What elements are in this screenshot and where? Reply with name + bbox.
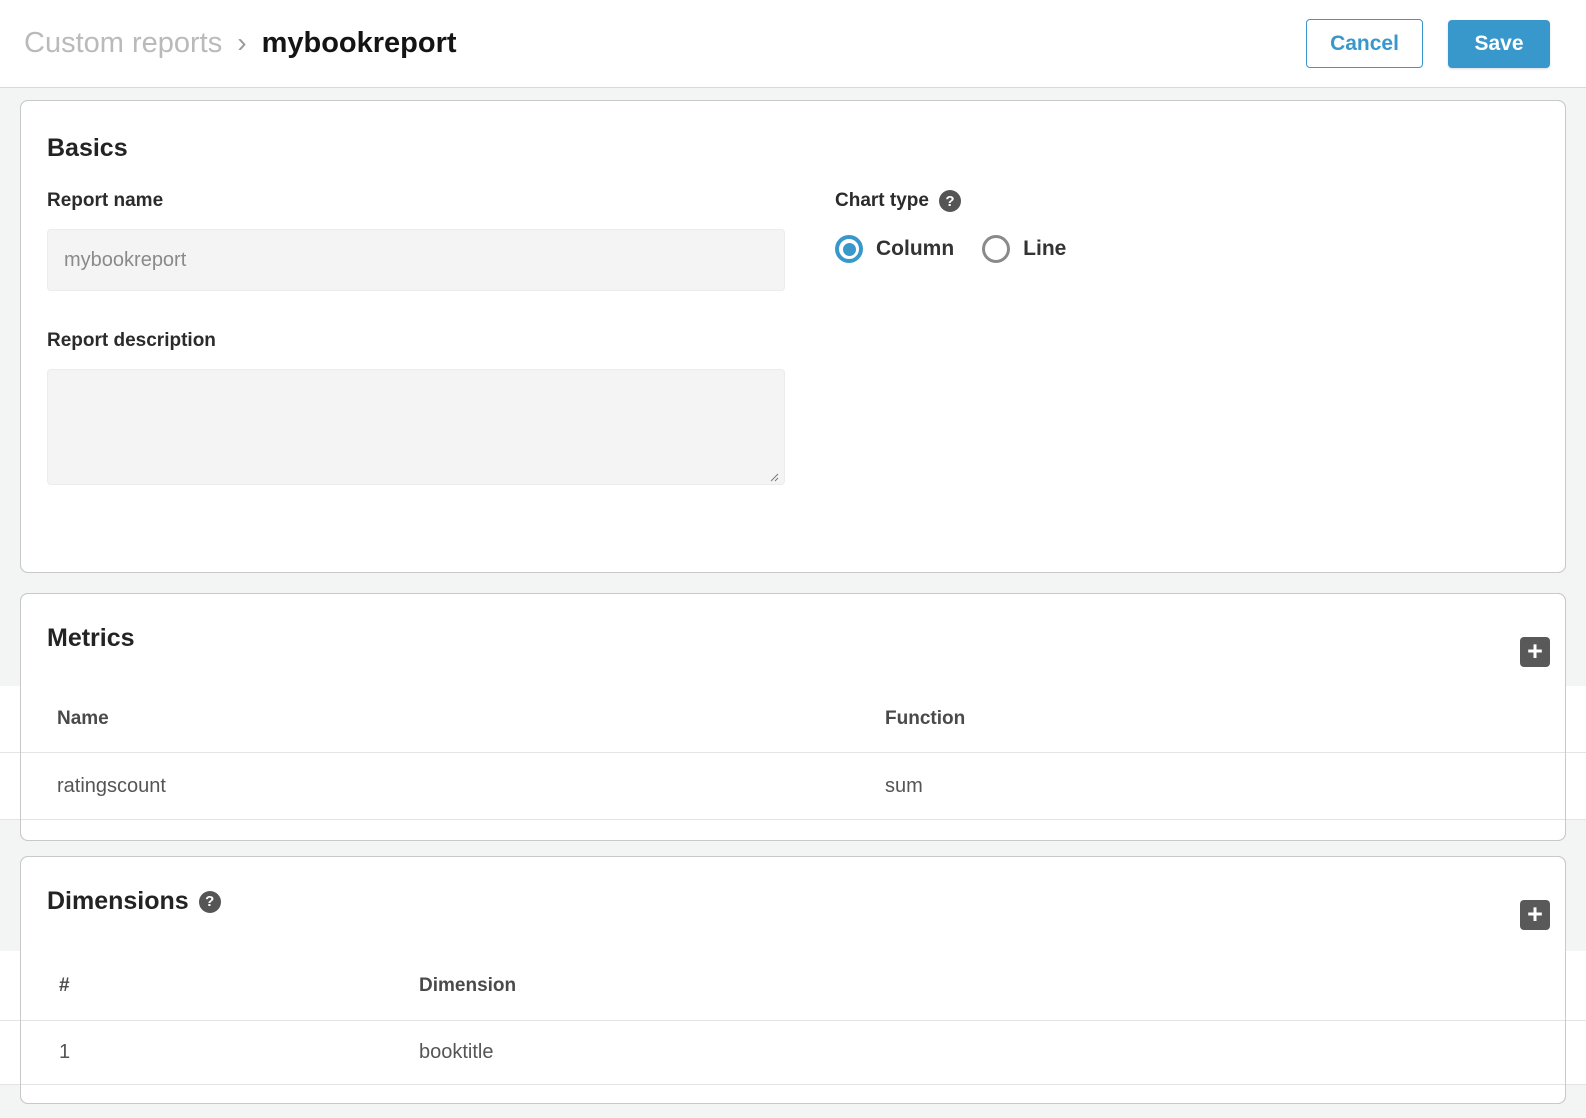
dimensions-title-row: Dimensions ? <box>47 887 1539 916</box>
metrics-column-function: Function <box>885 708 1586 730</box>
cancel-button[interactable]: Cancel <box>1306 19 1423 68</box>
basics-title: Basics <box>47 134 1539 163</box>
radio-selected-icon[interactable] <box>835 235 863 263</box>
dimensions-table-header: # Dimension <box>0 951 1586 1021</box>
table-row[interactable]: ratingscount sum <box>0 753 1586 820</box>
metrics-card: Metrics + Name Function ratingscount sum <box>20 593 1566 841</box>
chart-type-option-line[interactable]: Line <box>982 235 1066 263</box>
chart-type-label-row: Chart type ? <box>835 190 1539 212</box>
basics-right-column: Chart type ? Column Line <box>835 190 1539 490</box>
report-name-label: Report name <box>47 190 785 212</box>
chart-type-label: Chart type <box>835 190 929 212</box>
dimensions-card-footer <box>47 1085 1539 1103</box>
radio-line-label: Line <box>1023 237 1066 261</box>
metrics-table-header: Name Function <box>0 686 1586 753</box>
chart-type-options: Column Line <box>835 235 1539 263</box>
dimensions-card-header: Dimensions ? + <box>47 857 1539 951</box>
dimensions-card: Dimensions ? + # Dimension 1 booktitle <box>20 856 1566 1104</box>
metric-function-cell[interactable]: sum <box>885 775 1586 798</box>
resize-handle-icon[interactable] <box>766 469 779 482</box>
dimension-name-cell[interactable]: booktitle <box>419 1041 1586 1064</box>
basics-form: Report name Report description Chart typ… <box>47 190 1539 490</box>
chart-type-option-column[interactable]: Column <box>835 235 954 263</box>
breadcrumb: Custom reports › mybookreport <box>24 27 457 60</box>
chart-type-help-icon[interactable]: ? <box>939 190 961 212</box>
dimensions-title: Dimensions <box>47 887 189 916</box>
dimension-index-cell[interactable]: 1 <box>0 1041 419 1064</box>
topbar: Custom reports › mybookreport Cancel Sav… <box>0 0 1586 88</box>
basics-left-column: Report name Report description <box>47 190 785 490</box>
report-description-label: Report description <box>47 330 785 352</box>
radio-column-label: Column <box>876 237 954 261</box>
metrics-card-header: Metrics + <box>47 594 1539 686</box>
radio-unselected-icon[interactable] <box>982 235 1010 263</box>
dimensions-table: # Dimension 1 booktitle <box>0 951 1586 1085</box>
dimensions-help-icon[interactable]: ? <box>199 891 221 913</box>
metrics-column-name: Name <box>0 708 885 730</box>
save-button[interactable]: Save <box>1448 20 1550 68</box>
add-dimension-button[interactable]: + <box>1520 900 1550 930</box>
page-content: Basics Report name Report description <box>0 88 1586 1104</box>
metrics-title: Metrics <box>47 624 1539 653</box>
dimensions-column-index: # <box>0 975 419 997</box>
dimensions-column-dimension: Dimension <box>419 975 1586 997</box>
metrics-card-footer <box>47 820 1539 840</box>
basics-card: Basics Report name Report description <box>20 100 1566 573</box>
report-description-textarea[interactable] <box>47 369 785 485</box>
table-row[interactable]: 1 booktitle <box>0 1021 1586 1085</box>
page-title: mybookreport <box>262 27 457 60</box>
report-description-block: Report description <box>47 330 785 490</box>
add-metric-button[interactable]: + <box>1520 637 1550 667</box>
report-name-input[interactable] <box>47 229 785 291</box>
metric-name-cell[interactable]: ratingscount <box>0 775 885 798</box>
breadcrumb-parent-link[interactable]: Custom reports <box>24 27 222 60</box>
chevron-right-icon: › <box>237 27 246 59</box>
topbar-actions: Cancel Save <box>1306 19 1550 68</box>
metrics-table: Name Function ratingscount sum <box>0 686 1586 820</box>
